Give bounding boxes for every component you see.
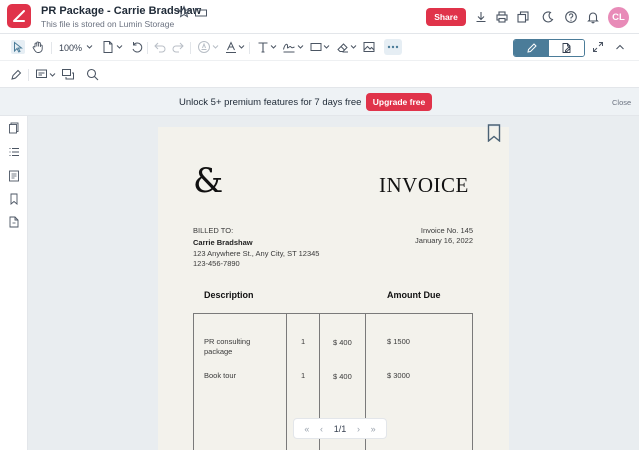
- rotate-icon[interactable]: [130, 40, 144, 54]
- download-icon[interactable]: [474, 10, 488, 24]
- table-row-qty: 1: [301, 337, 306, 346]
- attachments-file-icon[interactable]: [8, 216, 20, 228]
- dark-mode-icon[interactable]: [541, 10, 555, 24]
- eraser-chevron-icon[interactable]: [350, 44, 357, 50]
- annotate-mode-button[interactable]: [514, 40, 549, 56]
- search-icon[interactable]: [86, 68, 99, 81]
- table-row-description: Book tour: [204, 371, 237, 380]
- company-logo-ampersand: &: [193, 161, 224, 201]
- invoice-heading: INVOICE: [379, 173, 469, 197]
- text-color-icon[interactable]: [224, 40, 238, 54]
- pen-tool-icon[interactable]: [10, 68, 23, 81]
- help-icon[interactable]: [564, 10, 578, 24]
- mode-switch: [513, 39, 585, 57]
- table-right-border: [472, 313, 473, 450]
- comment-icon[interactable]: [61, 68, 75, 81]
- pen-icon: [526, 43, 537, 53]
- form-fields-icon[interactable]: [35, 68, 48, 81]
- page-tools-chevron-icon[interactable]: [116, 44, 123, 50]
- outline-list-icon[interactable]: [8, 146, 20, 158]
- storage-location-text: This file is stored on Lumin Storage: [41, 19, 175, 29]
- select-pointer-icon[interactable]: [11, 40, 25, 54]
- amount-due-header: Amount Due: [387, 290, 441, 300]
- thumbnails-icon[interactable]: [8, 122, 20, 134]
- table-col-divider: [286, 313, 287, 450]
- client-address: 123 Anywhere St., Any City, ST 12345: [193, 249, 320, 258]
- billed-to-label: BILLED TO:: [193, 226, 234, 235]
- banner-close-button[interactable]: Close: [612, 98, 631, 107]
- table-left-border: [193, 313, 194, 450]
- edit-mode-button[interactable]: [549, 40, 584, 56]
- left-sidebar: [0, 116, 28, 450]
- stamp-icon[interactable]: [197, 40, 211, 54]
- client-phone: 123-456-7890: [193, 259, 240, 268]
- invoice-number: Invoice No. 145: [420, 226, 473, 235]
- signature-icon[interactable]: [282, 40, 296, 54]
- shape-rectangle-icon[interactable]: [309, 40, 323, 54]
- edit-document-icon: [562, 43, 571, 53]
- table-row-qty: 1: [301, 371, 306, 380]
- table-row-description: PR consulting: [204, 337, 251, 346]
- shape-chevron-icon[interactable]: [323, 44, 330, 50]
- share-button[interactable]: Share: [426, 8, 466, 26]
- page-bookmark-icon[interactable]: [486, 124, 502, 142]
- table-row-price: $ 400: [333, 372, 352, 381]
- stamp-chevron-icon[interactable]: [212, 44, 219, 50]
- notes-icon[interactable]: [8, 170, 20, 182]
- text-tool-icon[interactable]: [256, 40, 270, 54]
- copy-icon[interactable]: [516, 10, 530, 24]
- page-navigator: « ‹ 1/1 › »: [293, 418, 387, 439]
- description-header: Description: [204, 290, 254, 300]
- previous-page-icon[interactable]: ‹: [320, 424, 323, 434]
- zoom-level[interactable]: 100%: [59, 40, 82, 55]
- more-options-icon[interactable]: [384, 39, 402, 55]
- image-icon[interactable]: [362, 40, 376, 54]
- first-page-icon[interactable]: «: [304, 424, 309, 434]
- app-header: PR Package - Carrie Bradshaw This file i…: [0, 0, 639, 34]
- page-indicator[interactable]: 1/1: [334, 424, 347, 434]
- table-row-amount: $ 3000: [387, 371, 410, 380]
- last-page-icon[interactable]: »: [371, 424, 376, 434]
- lumin-logo-icon[interactable]: [7, 4, 31, 28]
- print-icon[interactable]: [495, 10, 509, 24]
- collapse-toolbar-chevron-up-icon[interactable]: [615, 43, 625, 51]
- hand-pan-icon[interactable]: [31, 40, 45, 54]
- notification-bell-icon[interactable]: [586, 10, 600, 24]
- signature-chevron-icon[interactable]: [297, 44, 304, 50]
- upgrade-button[interactable]: Upgrade free: [366, 93, 432, 111]
- folder-icon[interactable]: [194, 5, 208, 19]
- table-top-border: [193, 313, 473, 314]
- text-color-chevron-icon[interactable]: [238, 44, 245, 50]
- client-name: Carrie Bradshaw: [193, 238, 253, 247]
- secondary-toolbar: [0, 61, 639, 88]
- editing-toolbar: 100%: [0, 34, 639, 61]
- form-fields-chevron-icon[interactable]: [49, 72, 56, 78]
- zoom-chevron-down-icon[interactable]: [86, 44, 93, 50]
- premium-banner: Unlock 5+ premium features for 7 days fr…: [0, 88, 639, 116]
- next-page-icon[interactable]: ›: [357, 424, 360, 434]
- fullscreen-icon[interactable]: [592, 41, 604, 53]
- user-avatar[interactable]: CL: [608, 7, 629, 28]
- eraser-icon[interactable]: [336, 40, 350, 54]
- redo-icon[interactable]: [171, 40, 185, 54]
- undo-icon[interactable]: [153, 40, 167, 54]
- banner-message: Unlock 5+ premium features for 7 days fr…: [179, 97, 362, 108]
- star-icon[interactable]: [177, 5, 191, 19]
- page-tools-icon[interactable]: [102, 40, 114, 54]
- bookmarks-icon[interactable]: [8, 193, 20, 205]
- table-row-price: $ 400: [333, 338, 352, 347]
- text-tool-chevron-icon[interactable]: [270, 44, 277, 50]
- invoice-date: January 16, 2022: [415, 236, 473, 245]
- table-row-description: package: [204, 347, 233, 356]
- table-row-amount: $ 1500: [387, 337, 410, 346]
